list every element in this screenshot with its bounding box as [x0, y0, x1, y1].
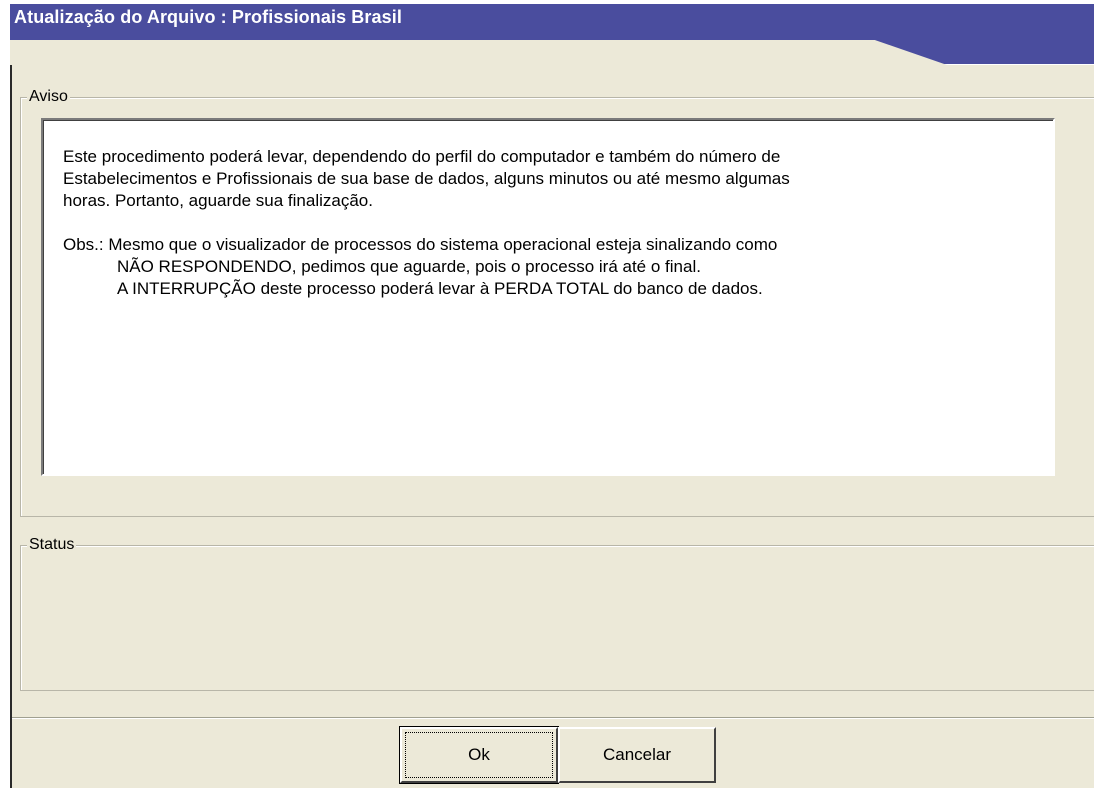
- ok-button[interactable]: Ok: [399, 726, 559, 784]
- dialog-window: Atualização do Arquivo : Profissionais B…: [0, 0, 1094, 788]
- obs-line: Obs.: Mesmo que o visualizador de proces…: [63, 235, 778, 254]
- title-bar-face: [10, 40, 950, 66]
- aviso-group-label: Aviso: [27, 88, 70, 106]
- aviso-groupbox: Aviso Este procedimento poderá levar, de…: [20, 88, 1094, 517]
- focus-rect: [405, 732, 553, 778]
- cancel-button[interactable]: Cancelar: [558, 727, 716, 783]
- button-separator: [12, 717, 1094, 719]
- obs-line: NÃO RESPONDENDO, pedimos que aguarde, po…: [117, 257, 701, 276]
- aviso-line: Estabelecimentos e Profissionais de sua …: [63, 169, 790, 188]
- aviso-line: Este procedimento poderá levar, dependen…: [63, 147, 781, 166]
- cancel-button-label: Cancelar: [602, 745, 672, 764]
- title-bar[interactable]: Atualização do Arquivo : Profissionais B…: [0, 0, 1094, 66]
- obs-line: A INTERRUPÇÃO deste processo poderá leva…: [117, 279, 763, 298]
- aviso-memo[interactable]: Este procedimento poderá levar, dependen…: [41, 118, 1055, 476]
- status-groupbox: Status: [20, 536, 1094, 691]
- window-title: Atualização do Arquivo : Profissionais B…: [14, 7, 402, 27]
- status-group-label: Status: [27, 536, 77, 554]
- dialog-body: Aviso Este procedimento poderá levar, de…: [10, 65, 1094, 788]
- aviso-line: horas. Portanto, aguarde sua finalização…: [63, 191, 373, 210]
